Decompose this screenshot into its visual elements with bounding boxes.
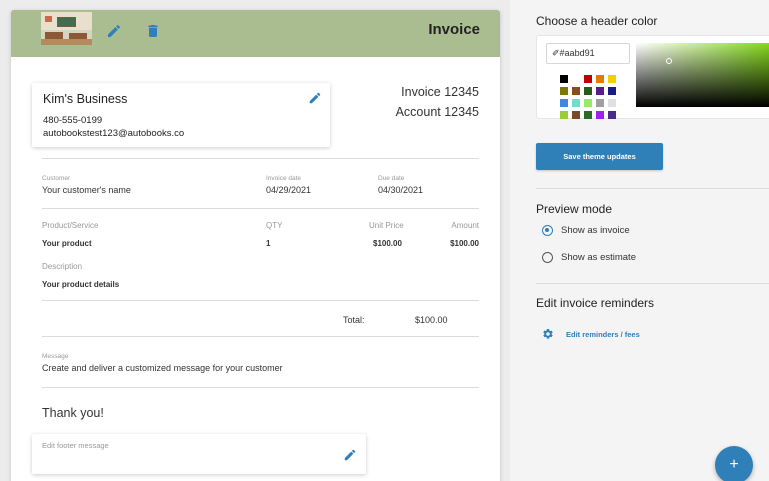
edit-business-icon[interactable]	[308, 91, 322, 105]
color-swatch[interactable]	[560, 75, 568, 83]
invoice-number: Invoice 12345	[401, 85, 479, 99]
preview-mode-title: Preview mode	[536, 202, 613, 216]
color-swatch[interactable]	[608, 99, 616, 107]
divider	[42, 336, 479, 337]
delete-logo-icon[interactable]	[145, 23, 161, 39]
column-qty: QTY	[266, 221, 283, 230]
description-label: Description	[42, 262, 83, 271]
radio-unselected-icon[interactable]	[542, 252, 553, 263]
hex-color-input[interactable]: ✐#aabd91	[546, 43, 630, 64]
edit-footer-icon[interactable]	[343, 448, 357, 462]
radio-selected-icon[interactable]	[542, 225, 553, 236]
divider	[42, 387, 479, 388]
message-label: Message	[42, 353, 69, 360]
invoice-date-value: 04/29/2021	[266, 185, 312, 195]
thank-you-text: Thank you!	[42, 406, 104, 420]
color-swatch[interactable]	[572, 87, 580, 95]
color-swatch[interactable]	[608, 75, 616, 83]
gear-icon	[543, 328, 553, 339]
divider	[536, 283, 769, 284]
color-swatch[interactable]	[596, 75, 604, 83]
edit-reminders-link[interactable]: Edit reminders / fees	[542, 328, 640, 340]
customer-value: Your customer's name	[42, 185, 131, 195]
line-item-product: Your product	[42, 239, 92, 248]
customer-label: Customer	[42, 175, 71, 182]
radio-label: Show as invoice	[561, 225, 630, 236]
column-product: Product/Service	[42, 221, 99, 230]
invoice-preview: Invoice Kim's Business 480-555-0199 auto…	[11, 10, 500, 481]
invoice-date-label: Invoice date	[266, 175, 302, 182]
line-item-qty: 1	[266, 239, 271, 248]
radio-show-invoice[interactable]: Show as invoice	[542, 225, 630, 236]
footer-message-field[interactable]: Edit footer message	[32, 434, 366, 474]
color-swatch[interactable]	[572, 111, 580, 119]
due-date-label: Due date	[378, 175, 405, 182]
color-swatch[interactable]	[572, 75, 580, 83]
picker-handle[interactable]	[666, 58, 672, 64]
business-logo[interactable]	[41, 12, 92, 45]
total-label: Total:	[343, 315, 365, 325]
color-swatch[interactable]	[584, 99, 592, 107]
business-info-card: Kim's Business 480-555-0199 autobookstes…	[32, 83, 330, 147]
divider	[42, 208, 479, 209]
header-color-title: Choose a header color	[536, 14, 658, 28]
edit-logo-icon[interactable]	[106, 23, 122, 39]
radio-label: Show as estimate	[561, 252, 636, 263]
color-swatch[interactable]	[560, 87, 568, 95]
invoice-title: Invoice	[428, 21, 480, 38]
radio-show-estimate[interactable]: Show as estimate	[542, 252, 636, 263]
column-unit-price: Unit Price	[369, 221, 404, 230]
eyedropper-icon: ✐	[552, 48, 560, 58]
divider	[42, 158, 479, 159]
divider	[42, 300, 479, 301]
business-email: autobookstest123@autobooks.co	[43, 128, 185, 139]
color-swatch[interactable]	[584, 87, 592, 95]
color-swatch[interactable]	[560, 111, 568, 119]
color-swatch[interactable]	[596, 99, 604, 107]
color-picker: ✐#aabd91	[536, 35, 769, 119]
color-swatch[interactable]	[560, 99, 568, 107]
color-swatch[interactable]	[584, 111, 592, 119]
invoice-header: Invoice	[11, 10, 500, 57]
theme-settings-panel: Choose a header color ✐#aabd91 Save them…	[510, 0, 769, 481]
business-phone: 480-555-0199	[43, 115, 103, 126]
saturation-picker[interactable]	[636, 43, 769, 107]
reminders-title: Edit invoice reminders	[536, 296, 655, 310]
footer-placeholder: Edit footer message	[42, 441, 109, 450]
color-swatch[interactable]	[608, 87, 616, 95]
divider	[536, 188, 769, 189]
line-item-amount: $100.00	[450, 239, 479, 248]
add-fab-button[interactable]: +	[715, 446, 753, 481]
total-value: $100.00	[415, 315, 448, 325]
color-swatch[interactable]	[584, 75, 592, 83]
due-date-value: 04/30/2021	[378, 185, 424, 195]
color-swatch[interactable]	[608, 111, 616, 119]
color-swatch[interactable]	[572, 99, 580, 107]
business-name: Kim's Business	[43, 92, 128, 106]
line-item-unit-price: $100.00	[373, 239, 402, 248]
account-number: Account 12345	[395, 105, 479, 119]
save-theme-button[interactable]: Save theme updates	[536, 143, 663, 170]
color-swatch[interactable]	[596, 111, 604, 119]
reminders-link-label: Edit reminders / fees	[566, 329, 640, 339]
hex-value: #aabd91	[559, 48, 595, 58]
color-swatch[interactable]	[596, 87, 604, 95]
message-value: Create and deliver a customized message …	[42, 363, 283, 373]
column-amount: Amount	[451, 221, 479, 230]
description-value: Your product details	[42, 280, 120, 289]
